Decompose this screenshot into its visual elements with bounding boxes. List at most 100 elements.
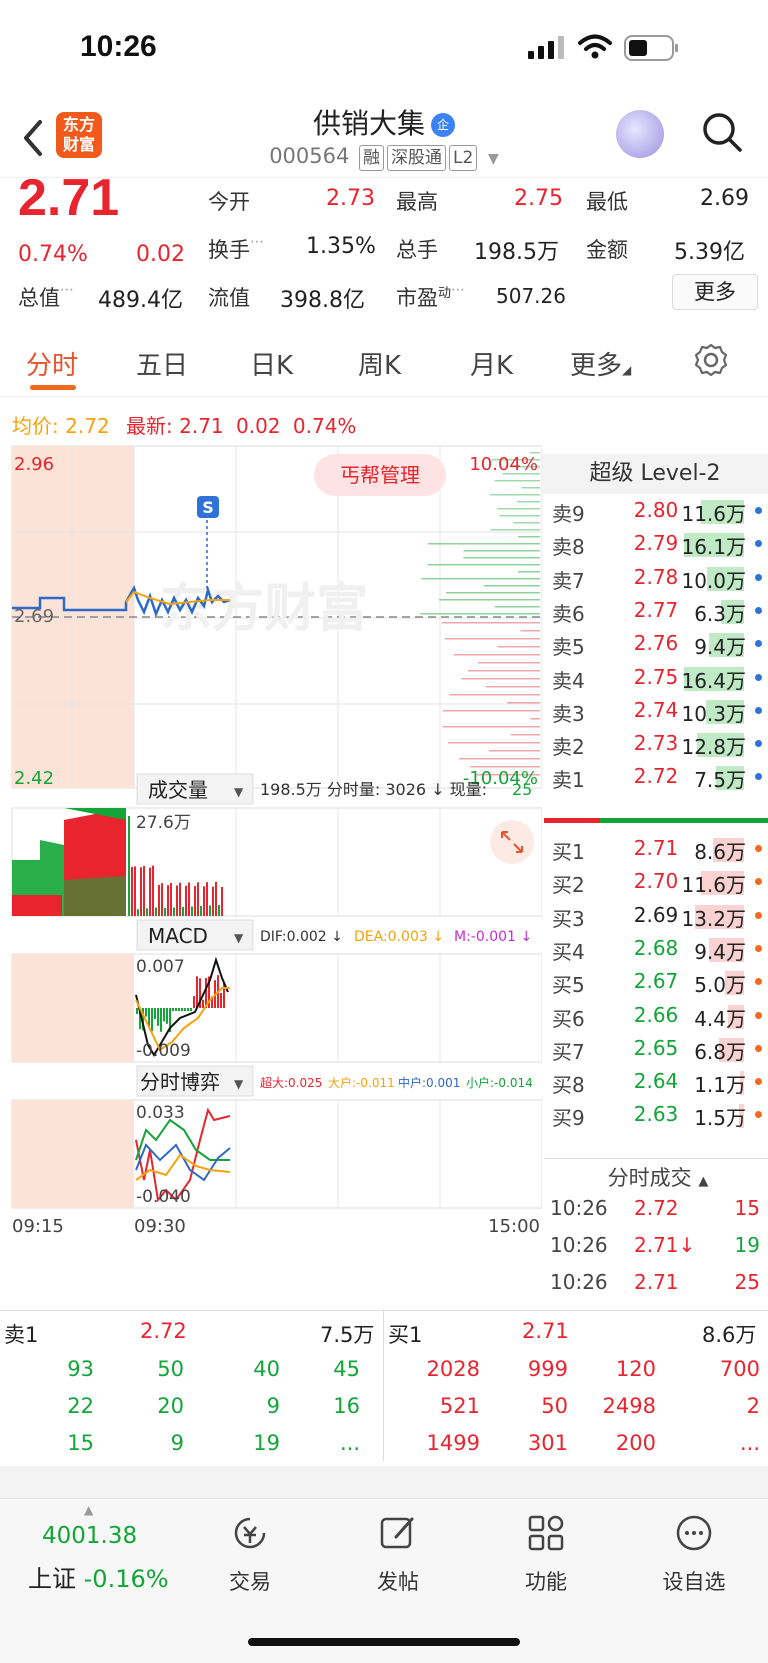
index-value[interactable]: 4001.38	[42, 1523, 137, 1549]
level-label: 买9	[552, 1106, 585, 1131]
level-label: 买4	[552, 939, 585, 964]
ask-row[interactable]: 卖5 2.76 9.4万	[548, 625, 766, 660]
open-label: 今开	[208, 190, 250, 214]
ask-row[interactable]: 卖9 2.80 11.6万	[548, 492, 766, 527]
level-dot	[755, 845, 762, 852]
stock-header: 东方 财富 供销大集企 000564 融深股通 L2 ▼	[0, 100, 768, 178]
level-dot	[755, 740, 762, 748]
tab-monthly-k[interactable]: 月K	[470, 345, 513, 382]
ask-row[interactable]: 卖3 2.74 10.3万	[548, 692, 766, 727]
level-dot	[755, 640, 762, 648]
distribution-bar	[421, 578, 540, 580]
ask-row[interactable]: 卖6 2.77 6.3万	[548, 592, 766, 627]
distribution-bar	[446, 592, 540, 594]
wifi-icon	[578, 34, 612, 59]
volume-bar	[158, 884, 160, 916]
ask-row[interactable]: 卖7 2.78 10.0万	[548, 559, 766, 594]
queue-sell-cell: ...	[339, 1431, 360, 1455]
level-price: 2.78	[633, 564, 679, 589]
volume-bar	[140, 867, 142, 916]
volume-bar	[215, 881, 217, 916]
volume-bar	[197, 882, 199, 916]
change-percent: 0.74%	[18, 242, 88, 267]
distribution-bar	[530, 718, 540, 720]
level-volume: 7.5万	[694, 768, 746, 793]
tab-five-day[interactable]: 五日	[136, 345, 188, 382]
tab-intraday[interactable]: 分时	[26, 345, 78, 382]
ticks-title[interactable]: 分时成交 ▲	[548, 1162, 768, 1192]
ask-row[interactable]: 卖4 2.75 16.4万	[548, 659, 766, 694]
time-axis-start: 09:15	[12, 1216, 64, 1237]
compose-icon	[380, 1517, 414, 1549]
tab-daily-k[interactable]: 日K	[250, 345, 293, 382]
bid-row[interactable]: 买1 2.71 8.6万	[548, 830, 766, 865]
expand-chart-button[interactable]	[490, 820, 534, 864]
level-dot	[755, 878, 762, 886]
level-price: 2.79	[633, 531, 679, 556]
distribution-bar	[448, 742, 540, 744]
search-icon[interactable]	[700, 110, 744, 154]
index-line[interactable]: 上证 -0.16%	[28, 1559, 169, 1594]
level-volume: 6.3万	[694, 601, 746, 626]
volume-bar	[221, 887, 223, 916]
volume-bar	[194, 886, 196, 916]
change-amount: 0.02	[136, 242, 185, 267]
intraday-chart[interactable]: 东方财富 S 丐帮管理 2.96 2.69 2.42 10.04% -10.04…	[0, 440, 542, 1310]
level-label: 卖7	[552, 568, 585, 593]
volume-max: 27.6万	[136, 813, 191, 833]
bid-row[interactable]: 买4 2.68 9.4万	[548, 930, 766, 965]
level-volume: 10.3万	[681, 701, 746, 726]
level-volume: 16.4万	[681, 668, 746, 693]
more-quote-button[interactable]: 更多	[672, 274, 758, 310]
ask-row[interactable]: 卖2 2.73 12.8万	[548, 725, 766, 760]
level-volume: 16.1万	[681, 535, 746, 560]
bid-row[interactable]: 买5 2.67 5.0万	[548, 963, 766, 998]
settings-gear-icon[interactable]	[694, 343, 728, 377]
level-label: 买2	[552, 873, 585, 898]
volume-bar	[212, 886, 214, 916]
volume-label: 总手	[396, 238, 438, 262]
bid-row[interactable]: 买6 2.66 4.4万	[548, 997, 766, 1032]
bid-row[interactable]: 买7 2.65 6.8万	[548, 1030, 766, 1065]
nav-post[interactable]: 发帖	[348, 1513, 448, 1596]
level-dot	[755, 911, 762, 919]
tab-weekly-k[interactable]: 周K	[358, 345, 401, 382]
distribution-bar	[438, 599, 540, 601]
tab-more[interactable]: 更多◢	[570, 345, 631, 382]
pct-axis-top: 10.04%	[469, 454, 538, 475]
bid-row[interactable]: 买8 2.64 1.1万	[548, 1063, 766, 1098]
queue-sell-cell: 50	[157, 1357, 184, 1381]
tag-connect: 深股通	[387, 145, 447, 171]
bid-row[interactable]: 买9 2.63 1.5万	[548, 1096, 766, 1131]
level-dot	[755, 606, 762, 614]
nav-add-watchlist[interactable]: 设自选	[644, 1513, 744, 1596]
volume-bar	[188, 882, 190, 916]
ask-row[interactable]: 卖8 2.79 16.1万	[548, 525, 766, 560]
level-volume: 9.4万	[694, 939, 746, 964]
distribution-bar	[443, 710, 540, 712]
nav-trade[interactable]: 交易	[200, 1513, 300, 1596]
queue-buy-cell: 120	[615, 1357, 656, 1381]
macd-bar	[190, 1008, 192, 1011]
open-value: 2.73	[326, 186, 375, 211]
y-axis-mid: 2.69	[14, 606, 54, 627]
level-price: 2.77	[633, 597, 679, 622]
ask-row[interactable]: 卖1 2.72 7.5万	[548, 758, 766, 793]
queue-sell-cell: 22	[67, 1394, 94, 1418]
macd-bar	[172, 1008, 174, 1011]
level-price: 2.63	[633, 1102, 679, 1127]
level2-title[interactable]: 超级 Level-2	[542, 454, 768, 494]
volume-bar	[164, 907, 166, 916]
bid-row[interactable]: 买3 2.69 13.2万	[548, 897, 766, 932]
queue-sell-cell: 9	[170, 1431, 184, 1455]
bid-row[interactable]: 买2 2.70 11.6万	[548, 863, 766, 898]
robot-avatar-icon[interactable]	[616, 110, 664, 158]
queue-buy-price: 2.71	[522, 1319, 569, 1343]
nav-functions[interactable]: 功能	[496, 1513, 596, 1596]
distribution-bar	[510, 734, 540, 736]
level-label: 买1	[552, 840, 585, 864]
level-price: 2.73	[633, 731, 679, 756]
dropdown-caret-icon[interactable]: ▼	[488, 151, 499, 167]
macd-m: M:-0.001 ↓	[454, 929, 532, 945]
distribution-bar	[459, 758, 540, 760]
